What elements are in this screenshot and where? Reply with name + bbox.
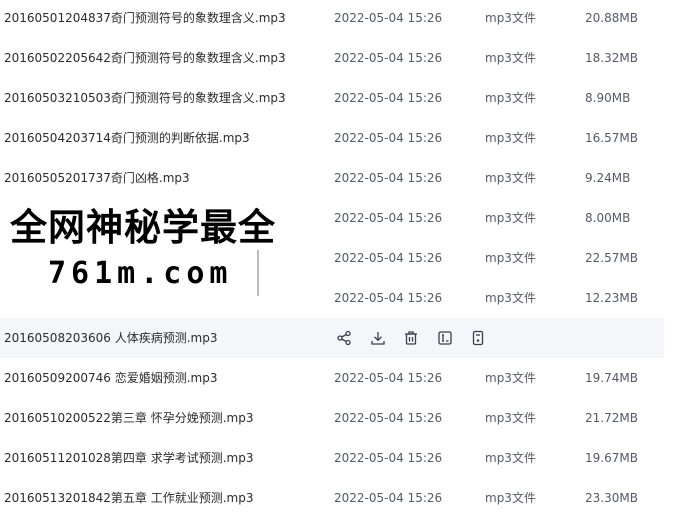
share-icon <box>336 330 352 346</box>
file-type: mp3文件 <box>485 11 536 25</box>
file-type: mp3文件 <box>485 251 536 265</box>
row-actions <box>334 318 502 358</box>
file-size: 16.57MB <box>585 131 638 145</box>
file-type: mp3文件 <box>485 51 536 65</box>
file-row[interactable]: 20160511201028第四章 求学考试预测.mp3 2022-05-04 1… <box>0 438 688 478</box>
file-name[interactable]: 20160509200746 恋爱婚姻预测.mp3 <box>4 358 217 398</box>
file-date: 2022-05-04 15:26 <box>334 451 443 465</box>
watermark-subtitle: 761m.com <box>48 256 233 291</box>
file-size: 21.72MB <box>585 411 638 425</box>
rename-icon <box>437 330 453 346</box>
delete-button[interactable] <box>401 328 421 348</box>
file-date: 2022-05-04 15:26 <box>334 131 443 145</box>
rename-button[interactable] <box>435 328 455 348</box>
file-size: 20.88MB <box>585 11 638 25</box>
file-name[interactable]: 20160505201737奇门凶格.mp3 <box>4 158 190 198</box>
file-name[interactable]: 20160503210503奇门预测符号的象数理含义.mp3 <box>4 78 286 118</box>
file-size: 19.74MB <box>585 371 638 385</box>
file-type: mp3文件 <box>485 451 536 465</box>
file-date: 2022-05-04 15:26 <box>334 371 443 385</box>
file-row[interactable]: 20160501204837奇门预测符号的象数理含义.mp3 2022-05-04… <box>0 0 688 38</box>
file-date: 2022-05-04 15:26 <box>334 211 443 225</box>
file-date: 2022-05-04 15:26 <box>334 51 443 65</box>
file-row[interactable]: 20160509200746 恋爱婚姻预测.mp3 2022-05-04 15:2… <box>0 358 688 398</box>
file-row[interactable]: 20160504203714奇门预测的判断依据.mp3 2022-05-04 15… <box>0 118 688 158</box>
more-button[interactable] <box>468 328 488 348</box>
file-type: mp3文件 <box>485 411 536 425</box>
file-type: mp3文件 <box>485 131 536 145</box>
file-type: mp3文件 <box>485 491 536 505</box>
file-name[interactable]: 20160502205642奇门预测符号的象数理含义.mp3 <box>4 38 286 78</box>
file-name[interactable]: 20160511201028第四章 求学考试预测.mp3 <box>4 438 253 478</box>
file-name[interactable]: 20160508203606 人体疾病预测.mp3 <box>4 318 217 358</box>
file-type: mp3文件 <box>485 91 536 105</box>
file-type: mp3文件 <box>485 371 536 385</box>
watermark-title: 全网神秘学最全 <box>10 206 276 249</box>
file-size: 9.24MB <box>585 171 631 185</box>
file-name[interactable]: 20160501204837奇门预测符号的象数理含义.mp3 <box>4 0 286 38</box>
file-size: 18.32MB <box>585 51 638 65</box>
file-name[interactable]: 20160510200522第三章 怀孕分娩预测.mp3 <box>4 398 253 438</box>
file-type: mp3文件 <box>485 171 536 185</box>
file-name[interactable]: 20160513201842第五章 工作就业预测.mp3 <box>4 478 253 518</box>
file-size: 22.57MB <box>585 251 638 265</box>
file-size: 8.00MB <box>585 211 631 225</box>
file-date: 2022-05-04 15:26 <box>334 91 443 105</box>
file-date: 2022-05-04 15:26 <box>334 291 443 305</box>
file-row[interactable]: 20160508203606 人体疾病预测.mp3 <box>0 318 664 358</box>
file-size: 23.30MB <box>585 491 638 505</box>
download-icon <box>370 330 386 346</box>
file-row[interactable]: 20160505201737奇门凶格.mp3 2022-05-04 15:26 mp… <box>0 158 688 198</box>
file-date: 2022-05-04 15:26 <box>334 411 443 425</box>
file-date: 2022-05-04 15:26 <box>334 11 443 25</box>
file-row[interactable]: 20160503210503奇门预测符号的象数理含义.mp3 2022-05-04… <box>0 78 688 118</box>
file-row[interactable]: 20160510200522第三章 怀孕分娩预测.mp3 2022-05-04 1… <box>0 398 688 438</box>
file-date: 2022-05-04 15:26 <box>334 251 443 265</box>
download-button[interactable] <box>368 328 388 348</box>
file-size: 19.67MB <box>585 451 638 465</box>
file-date: 2022-05-04 15:26 <box>334 491 443 505</box>
file-type: mp3文件 <box>485 211 536 225</box>
file-type: mp3文件 <box>485 291 536 305</box>
watermark-divider <box>257 250 259 296</box>
file-row[interactable]: 20160513201842第五章 工作就业预测.mp3 2022-05-04 1… <box>0 478 688 518</box>
file-name[interactable]: 20160504203714奇门预测的判断依据.mp3 <box>4 118 250 158</box>
file-size: 8.90MB <box>585 91 631 105</box>
share-button[interactable] <box>334 328 354 348</box>
file-row[interactable]: 20160502205642奇门预测符号的象数理含义.mp3 2022-05-04… <box>0 38 688 78</box>
delete-icon <box>403 330 419 346</box>
file-size: 12.23MB <box>585 291 638 305</box>
watermark-overlay: 全网神秘学最全 761m.com <box>0 198 300 302</box>
file-date: 2022-05-04 15:26 <box>334 171 443 185</box>
more-icon <box>470 330 486 346</box>
